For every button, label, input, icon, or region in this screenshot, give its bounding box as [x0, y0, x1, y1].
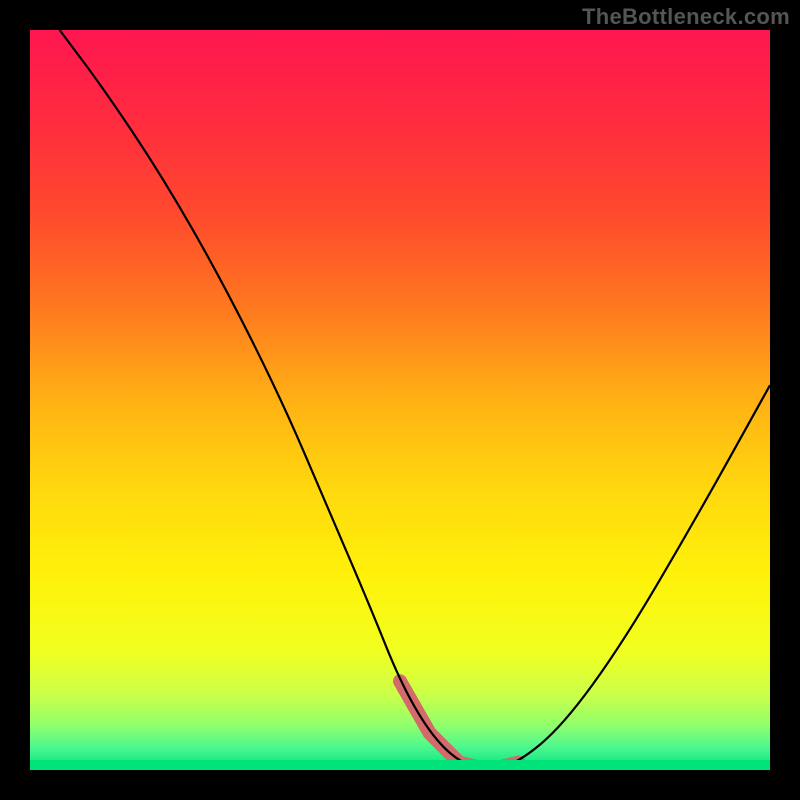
- chart-frame: TheBottleneck.com: [0, 0, 800, 800]
- plot-area: [30, 30, 770, 770]
- bottom-green-strip: [30, 760, 770, 770]
- curve-layer: [30, 30, 770, 770]
- watermark-text: TheBottleneck.com: [582, 4, 790, 30]
- trough-marker: [400, 681, 518, 770]
- bottleneck-curve: [60, 30, 770, 768]
